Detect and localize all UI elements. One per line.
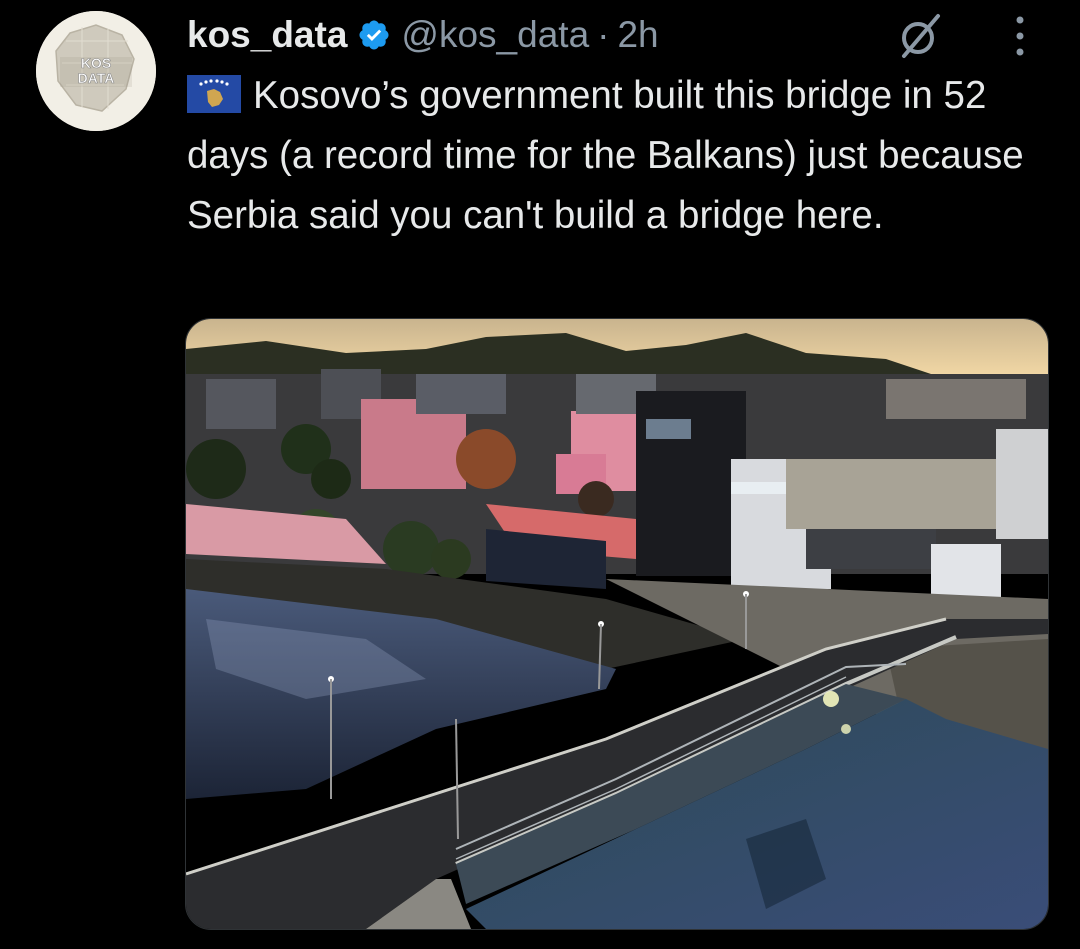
tweet-text: Kosovo’s government built this bridge in… (187, 66, 1047, 246)
more-vertical-icon[interactable] (1008, 14, 1032, 58)
kosovo-flag-icon (187, 71, 241, 113)
avatar-logo-text-1: KOS (81, 55, 111, 71)
avatar[interactable]: KOS DATA (36, 11, 156, 131)
author-handle[interactable]: @kos_data (401, 14, 589, 56)
author-display-name[interactable]: kos_data (187, 14, 347, 56)
tweet-body-text: Kosovo’s government built this bridge in… (187, 74, 1024, 237)
tweet-photo[interactable] (185, 318, 1049, 930)
grok-icon[interactable] (896, 12, 944, 60)
avatar-logo-text-2: DATA (78, 70, 115, 86)
post-timestamp[interactable]: 2h (617, 14, 658, 56)
separator-dot: · (597, 14, 610, 55)
tweet-header: kos_data @kos_data · 2h (187, 10, 659, 60)
verified-badge-icon[interactable] (357, 18, 391, 52)
